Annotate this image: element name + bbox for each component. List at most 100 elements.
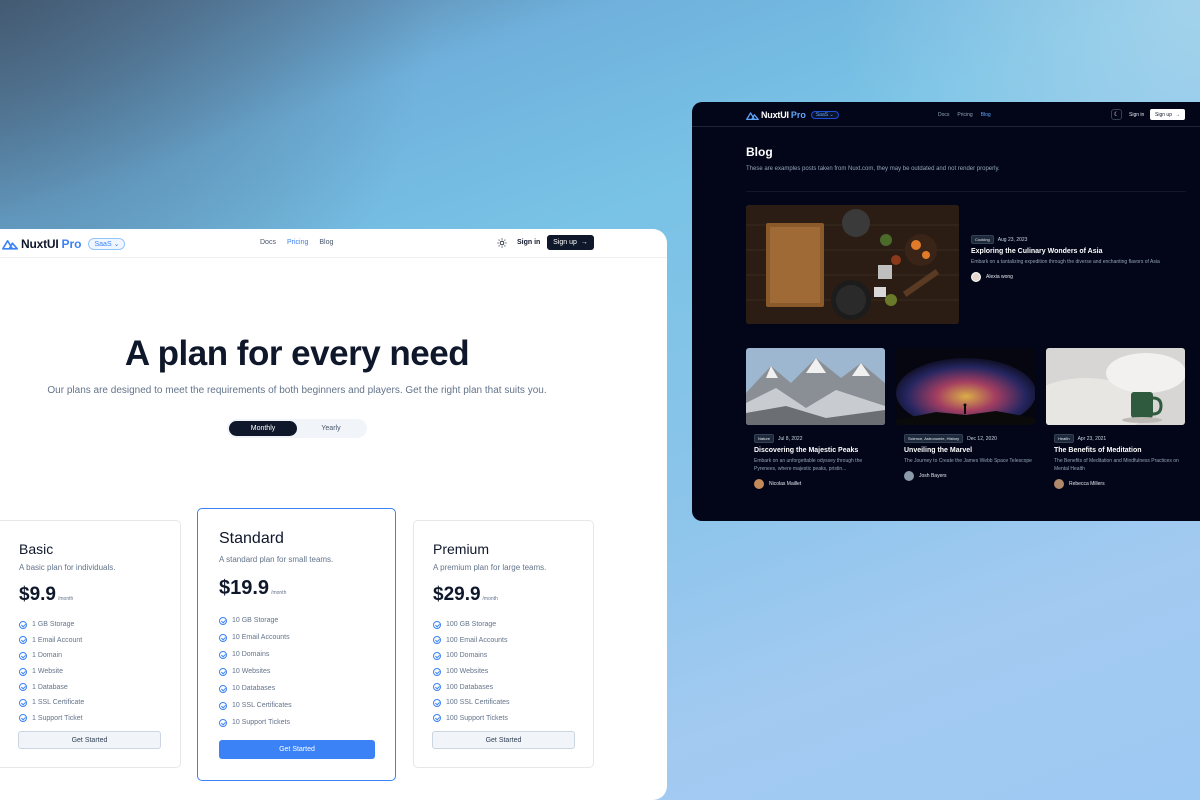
signin-link[interactable]: Sign in (517, 239, 540, 246)
post-card[interactable]: Health Apr 23, 2021 The Benefits of Medit… (1054, 434, 1184, 489)
check-circle-icon (219, 616, 227, 625)
post-meta: Cooking Aug 23, 2023 (971, 235, 1191, 244)
nav-pricing[interactable]: Pricing (287, 239, 308, 246)
post-author: Alexia wong (971, 272, 1191, 282)
nav-blog[interactable]: Blog (319, 239, 333, 246)
author-name: Rebecca Millers (1069, 481, 1105, 487)
feature-text: 10 Domains (232, 651, 270, 658)
plan-name: Premium (433, 541, 490, 557)
nav-blog[interactable]: Blog (981, 112, 991, 118)
post-meta: Science, Astronomie, History Dec 12, 2020 (904, 434, 1034, 443)
feature-text: 100 SSL Certificates (446, 699, 510, 707)
moon-icon[interactable]: ☾ (1111, 109, 1122, 120)
feature-item: 10 Domains (219, 646, 292, 663)
signup-button[interactable]: Sign up → (547, 235, 594, 250)
plan-name: Basic (19, 541, 54, 557)
check-circle-icon (433, 636, 441, 645)
feature-text: 1 Domain (32, 652, 62, 660)
feature-text: 100 Databases (446, 683, 494, 691)
signin-link[interactable]: Sign in (1129, 112, 1144, 118)
post-title: The Benefits of Meditation (1054, 447, 1142, 454)
plan-description: A basic plan for individuals. (19, 563, 116, 572)
meditation-image (1046, 348, 1185, 425)
feature-item: 10 GB Storage (219, 612, 292, 629)
logo[interactable]: NuxtUI Pro SaaS ⌄ (746, 110, 839, 120)
check-circle-icon (433, 651, 441, 660)
feature-item: 1 Website (19, 664, 84, 680)
toggle-monthly[interactable]: Monthly (229, 421, 297, 436)
check-circle-icon (19, 636, 27, 645)
feature-item: 1 Support Ticket (19, 711, 84, 727)
signup-button[interactable]: Sign up → (1150, 109, 1185, 120)
featured-post[interactable]: Cooking Aug 23, 2023 Exploring the Culina… (971, 235, 1191, 282)
feature-item: 100 SSL Certificates (433, 695, 510, 711)
plan-price-value: $29.9 (433, 584, 481, 605)
post-card[interactable]: Nature Jul 8, 2022 Discovering the Majest… (754, 434, 882, 489)
page-subtitle: Our plans are designed to meet the requi… (47, 385, 547, 396)
get-started-button[interactable]: Get Started (219, 740, 375, 759)
page-subtitle: These are examples posts taken from Nuxt… (746, 166, 1000, 172)
get-started-button[interactable]: Get Started (432, 731, 575, 749)
check-circle-icon (433, 698, 441, 707)
post-tag: Health (1054, 434, 1074, 443)
post-author: Rebecca Millers (1054, 479, 1184, 489)
post-meta: Health Apr 23, 2021 (1054, 434, 1184, 443)
signup-label: Sign up (1155, 111, 1172, 118)
check-circle-icon (219, 701, 227, 710)
logo-pro: Pro (790, 110, 806, 120)
nav-docs[interactable]: Docs (938, 112, 949, 118)
feature-item: 100 GB Storage (433, 617, 510, 633)
post-image[interactable] (1046, 348, 1185, 425)
billing-toggle: Monthly Yearly (227, 419, 367, 438)
nav-pricing[interactable]: Pricing (957, 112, 972, 118)
plan-description: A standard plan for small teams. (219, 555, 334, 564)
toggle-yearly[interactable]: Yearly (297, 421, 365, 436)
galaxy-image (896, 348, 1035, 425)
author-name: Alexia wong (986, 274, 1013, 280)
check-circle-icon (19, 714, 27, 723)
post-date: Jul 8, 2022 (778, 435, 803, 442)
feature-item: 10 Websites (219, 663, 292, 680)
post-author: Nicolas Maillet (754, 479, 882, 489)
post-image[interactable] (746, 348, 885, 425)
feature-item: 1 SSL Certificate (19, 695, 84, 711)
logo-text: NuxtUI (761, 110, 789, 120)
post-card[interactable]: Science, Astronomie, History Dec 12, 2020… (904, 434, 1034, 481)
signup-label: Sign up (553, 239, 577, 246)
blog-window: NuxtUI Pro SaaS ⌄ Docs Pricing Blog ☾ Si… (692, 102, 1200, 521)
post-title: Exploring the Culinary Wonders of Asia (971, 248, 1103, 255)
post-tag: Cooking (971, 235, 994, 244)
check-circle-icon (219, 667, 227, 676)
post-image[interactable] (896, 348, 1035, 425)
plan-price-value: $9.9 (19, 584, 56, 605)
feature-item: 1 Domain (19, 648, 84, 664)
post-description: The Benefits of Meditation and Mindfulne… (1054, 458, 1179, 472)
get-started-button[interactable]: Get Started (18, 731, 161, 749)
feature-item: 1 Database (19, 679, 84, 695)
feature-item: 100 Domains (433, 648, 510, 664)
check-circle-icon (219, 633, 227, 642)
check-circle-icon (433, 620, 441, 629)
author-name: Nicolas Maillet (769, 481, 802, 487)
sun-icon[interactable] (497, 238, 507, 248)
saas-badge[interactable]: SaaS ⌄ (88, 238, 126, 250)
top-navbar: NuxtUI Pro SaaS ⌄ Docs Pricing Blog ☾ Si… (692, 102, 1200, 127)
featured-post-image[interactable] (746, 205, 959, 324)
avatar (1054, 479, 1064, 489)
feature-list: 10 GB Storage 10 Email Accounts 10 Domai… (219, 612, 292, 731)
feature-text: 100 Support Tickets (446, 714, 508, 722)
feature-item: 100 Websites (433, 664, 510, 680)
feature-text: 10 GB Storage (232, 617, 279, 624)
nav-docs[interactable]: Docs (260, 239, 276, 246)
check-circle-icon (433, 683, 441, 692)
feature-text: 10 Databases (232, 685, 276, 692)
post-date: Aug 23, 2023 (997, 236, 1028, 243)
page-title: A plan for every need (124, 334, 470, 373)
avatar (904, 471, 914, 481)
nav-links: Docs Pricing Blog (938, 112, 991, 118)
saas-badge[interactable]: SaaS ⌄ (810, 111, 839, 119)
plan-price-value: $19.9 (219, 577, 270, 599)
logo[interactable]: NuxtUI Pro SaaS ⌄ (2, 237, 126, 251)
check-circle-icon (219, 718, 227, 727)
post-date: Dec 12, 2020 (967, 435, 997, 442)
